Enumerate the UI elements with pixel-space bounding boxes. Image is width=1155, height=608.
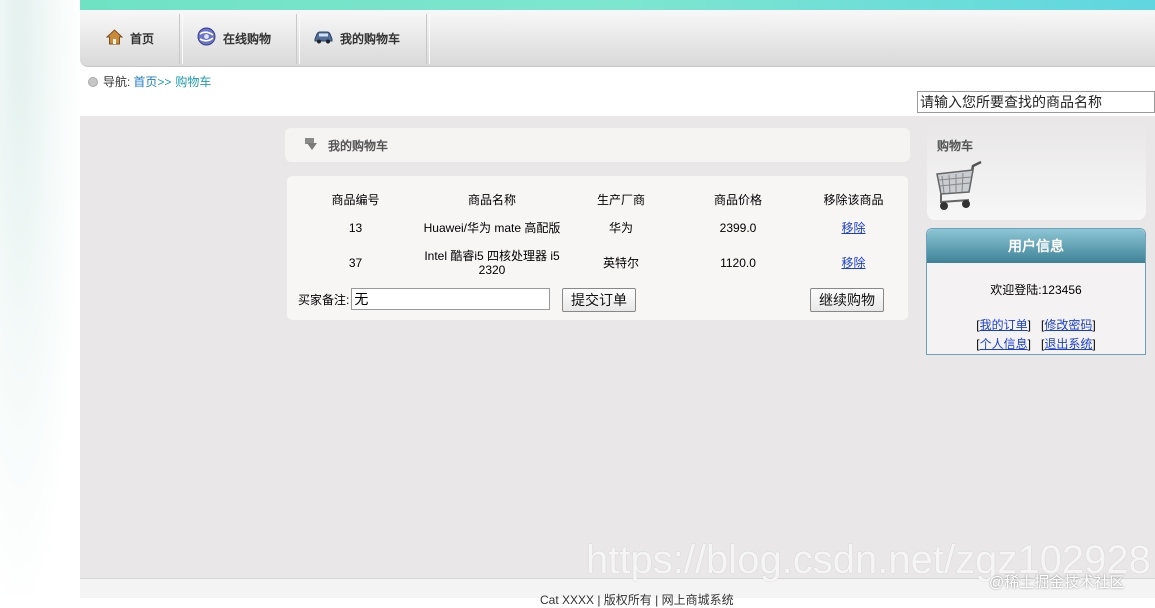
- column-header: 生产厂商: [596, 193, 645, 207]
- breadcrumb: 导航: 首页 >> 购物车: [88, 73, 211, 90]
- main-nav: 首页 在线购物 我的购物车: [80, 10, 1155, 67]
- product-maker: 英特尔: [602, 256, 639, 270]
- car-icon: [314, 30, 340, 47]
- product-maker: 华为: [608, 221, 633, 235]
- submit-order-button[interactable]: 提交订单: [562, 288, 636, 312]
- continue-shopping-button[interactable]: 继续购物: [810, 288, 884, 312]
- user-links-row: [我的订单] [修改密码]: [976, 318, 1096, 332]
- column-header: 移除该商品: [823, 193, 884, 207]
- nav-item-label: 我的购物车: [340, 31, 401, 46]
- product-price: 1120.0: [720, 256, 756, 270]
- nav-item-home[interactable]: 首页: [105, 10, 155, 66]
- breadcrumb-separator: >>: [157, 74, 172, 89]
- watermark-site: @稀土掘金技术社区: [989, 574, 1125, 591]
- search-input[interactable]: [917, 91, 1155, 113]
- table-row: 13 Huawei/华为 mate 高配版 华为 2399.0 移除: [299, 210, 901, 246]
- cart-panel: 商品编号 商品名称 生产厂商 商品价格 移除该商品 13 Huawei/华为 m…: [287, 176, 908, 320]
- user-links-row: [个人信息] [退出系统]: [976, 337, 1096, 351]
- top-accent-bar: [80, 0, 1155, 10]
- bullet-icon: [88, 76, 98, 87]
- nav-item-label: 在线购物: [223, 31, 272, 46]
- table-header-row: 商品编号 商品名称 生产厂商 商品价格 移除该商品: [299, 190, 901, 210]
- remark-input[interactable]: [351, 288, 551, 310]
- nav-item-label: 首页: [130, 31, 155, 46]
- user-info-title: 用户信息: [927, 229, 1145, 263]
- sidebar-cart-title: 购物车: [937, 139, 974, 153]
- product-price: 2399.0: [719, 221, 757, 235]
- table-row: 37 Intel 酷睿i5 四核处理器 i5 2320 英特尔 1120.0 移…: [299, 246, 901, 280]
- remove-link[interactable]: 移除: [841, 221, 865, 235]
- remark-row: 买家备注:: [298, 288, 551, 310]
- column-header: 商品名称: [467, 193, 516, 207]
- home-icon: [105, 28, 130, 48]
- nav-item-cart[interactable]: 我的购物车: [314, 10, 400, 66]
- column-header: 商品价格: [713, 193, 762, 207]
- my-orders-link[interactable]: 我的订单: [980, 318, 1028, 332]
- footer-text: Cat XXXX | 版权所有 | 网上商城系统: [540, 593, 734, 607]
- breadcrumb-prefix: 导航:: [103, 75, 131, 89]
- nav-divider: [296, 14, 300, 64]
- cart-table: 商品编号 商品名称 生产厂商 商品价格 移除该商品 13 Huawei/华为 m…: [299, 190, 901, 280]
- product-name: Intel 酷睿i5 四核处理器 i5 2320: [424, 249, 560, 277]
- nav-divider: [426, 14, 430, 64]
- breadcrumb-current: 购物车: [175, 75, 212, 89]
- nav-item-shopping[interactable]: 在线购物: [197, 10, 271, 66]
- cart-panel-header: 我的购物车: [285, 128, 910, 162]
- remark-label: 买家备注:: [298, 292, 350, 307]
- product-id: 37: [348, 256, 363, 270]
- remove-link[interactable]: 移除: [841, 256, 865, 270]
- breadcrumb-home-link[interactable]: 首页: [133, 73, 157, 90]
- logout-link[interactable]: 退出系统: [1044, 337, 1092, 351]
- user-info-box: 用户信息 欢迎登陆:123456 [我的订单] [修改密码] [个人信息] [退…: [926, 228, 1146, 355]
- column-header: 商品编号: [331, 193, 380, 207]
- product-name: Huawei/华为 mate 高配版: [423, 221, 561, 235]
- change-password-link[interactable]: 修改密码: [1044, 318, 1092, 332]
- nav-divider: [179, 14, 183, 64]
- globe-icon: [197, 27, 223, 49]
- left-background: [0, 0, 80, 597]
- cart-title: 我的购物车: [328, 138, 389, 153]
- product-id: 13: [348, 221, 363, 235]
- sidebar-cart: 购物车: [927, 124, 1146, 220]
- arrow-down-icon: [285, 137, 328, 154]
- welcome-text: 欢迎登陆:123456: [990, 283, 1082, 297]
- profile-link[interactable]: 个人信息: [980, 337, 1028, 351]
